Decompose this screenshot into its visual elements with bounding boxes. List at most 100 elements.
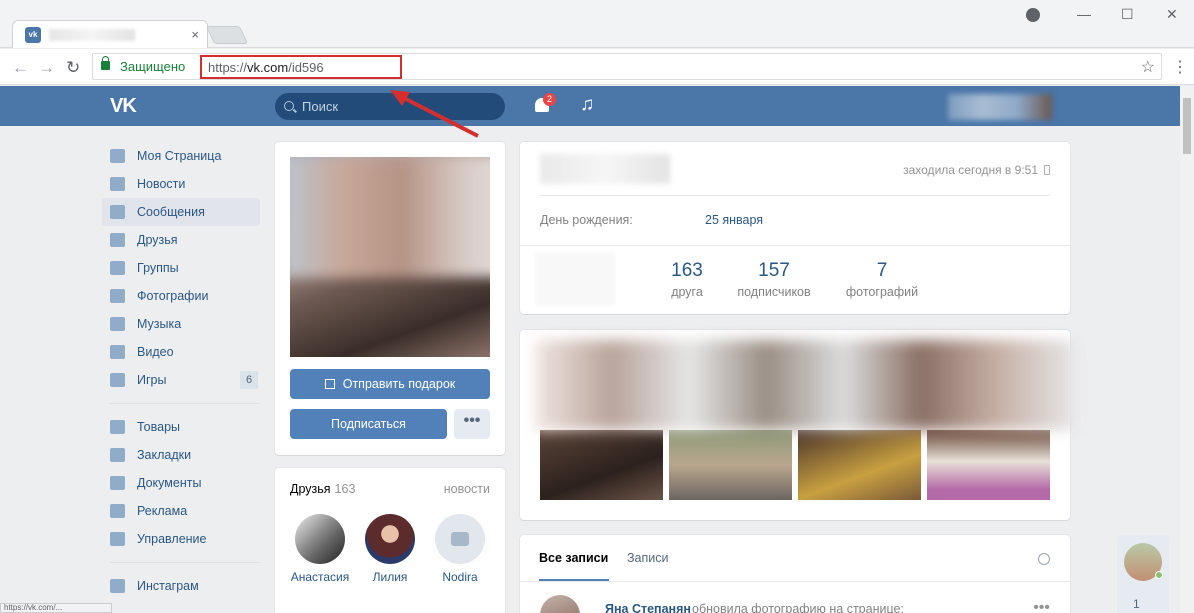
post-author-name[interactable]: Яна Степанян: [605, 602, 691, 613]
reload-icon[interactable]: ↻: [66, 58, 80, 78]
photo-thumbnail[interactable]: [798, 430, 921, 500]
menu-item-instagram[interactable]: Инстаграм: [102, 572, 260, 600]
counter-blurred: [535, 252, 615, 306]
scrollbar-thumb[interactable]: [1183, 98, 1191, 154]
stat-photos[interactable]: 7 фотографий: [832, 260, 932, 299]
friend-item[interactable]: Анастасия: [285, 514, 355, 584]
document-icon: [110, 476, 125, 490]
tab-all-posts[interactable]: Все записи: [539, 551, 608, 565]
browser-menu-icon[interactable]: ⋮: [1172, 57, 1188, 77]
divider: [520, 245, 1070, 246]
photo-thumbnail[interactable]: [540, 430, 663, 500]
search-placeholder: Поиск: [302, 99, 339, 114]
birthday-value[interactable]: 25 января: [705, 213, 763, 227]
menu-item-games[interactable]: Игры 6: [102, 366, 260, 394]
gift-icon: [324, 379, 335, 389]
search-icon[interactable]: [1038, 553, 1050, 565]
maximize-icon[interactable]: ☐: [1121, 6, 1134, 23]
menu-item-messages[interactable]: Сообщения: [102, 198, 260, 226]
divider: [520, 581, 1070, 582]
menu-item-goods[interactable]: Товары: [102, 413, 260, 441]
menu-item-friends[interactable]: Друзья: [102, 226, 260, 254]
friend-name: Анастасия: [290, 570, 350, 584]
bookmark-star-icon[interactable]: ☆: [1141, 57, 1155, 77]
search-icon: [284, 101, 294, 111]
photos-card: [520, 330, 1075, 520]
left-menu: Моя Страница Новости Сообщения Друзья Гр…: [102, 142, 260, 600]
browser-tab-vk[interactable]: vk ×: [12, 20, 208, 48]
stat-followers[interactable]: 157 подписчиков: [724, 260, 824, 299]
menu-item-manage[interactable]: Управление: [102, 525, 260, 553]
notifications-badge: 2: [543, 93, 556, 106]
menu-item-video[interactable]: Видео: [102, 338, 260, 366]
browser-profile-icon[interactable]: [1026, 8, 1040, 22]
mobile-phone-icon: [1044, 165, 1050, 175]
subscribe-button[interactable]: Подписаться: [290, 409, 447, 439]
page-scrollbar[interactable]: [1180, 86, 1194, 613]
menu-item-documents[interactable]: Документы: [102, 469, 260, 497]
profile-photo[interactable]: [290, 157, 490, 357]
online-indicator-icon: [1155, 571, 1163, 579]
stat-friends[interactable]: 163 друга: [637, 260, 737, 299]
menu-item-photos[interactable]: Фотографии: [102, 282, 260, 310]
friend-name: Лилия: [372, 570, 408, 584]
more-actions-button[interactable]: •••: [454, 409, 490, 439]
address-bar[interactable]: Защищено https://vk.com/id596 ☆: [92, 53, 1162, 80]
home-icon: [110, 149, 125, 163]
lock-icon: [101, 56, 110, 70]
menu-item-groups[interactable]: Группы: [102, 254, 260, 282]
music-icon[interactable]: ♫: [580, 94, 594, 116]
browser-tab-strip: vk × — ☐ ✕: [0, 0, 1194, 48]
window-close-icon[interactable]: ✕: [1166, 6, 1178, 23]
camera-icon: [435, 514, 485, 564]
post-author-avatar[interactable]: [540, 595, 580, 613]
photos-blurred-region: [535, 340, 1075, 430]
vk-logo[interactable]: VK: [110, 95, 137, 118]
shopping-bag-icon: [110, 420, 125, 434]
menu-divider: [110, 403, 260, 404]
forward-icon[interactable]: →: [38, 58, 55, 78]
friend-item[interactable]: Лилия: [355, 514, 425, 584]
user-menu-blurred[interactable]: [948, 94, 1052, 120]
menu-item-news[interactable]: Новости: [102, 170, 260, 198]
wall-posts-card: Все записи Записи Яна Степанян обновила …: [520, 535, 1070, 613]
tab-close-icon[interactable]: ×: [191, 27, 199, 42]
friends-title[interactable]: Друзья 163: [290, 482, 355, 496]
post-menu-icon[interactable]: •••: [1033, 599, 1050, 613]
back-icon[interactable]: ←: [12, 58, 29, 78]
friend-avatar: [365, 514, 415, 564]
menu-item-my-page[interactable]: Моя Страница: [102, 142, 260, 170]
url-text[interactable]: https://vk.com/id596: [208, 60, 324, 75]
friend-avatar: [295, 514, 345, 564]
gamepad-icon: [110, 373, 125, 387]
vk-favicon-icon: vk: [25, 27, 41, 43]
menu-item-bookmarks[interactable]: Закладки: [102, 441, 260, 469]
megaphone-icon: [110, 504, 125, 518]
menu-item-music[interactable]: Музыка: [102, 310, 260, 338]
friends-card: Друзья 163 новости Анастасия Лилия Nodira: [275, 468, 505, 613]
menu-divider: [110, 562, 260, 563]
tab-title-blurred: [49, 29, 135, 41]
send-gift-button[interactable]: Отправить подарок: [290, 369, 490, 399]
profile-name-blurred: [540, 154, 670, 184]
photo-thumbnail[interactable]: [669, 430, 792, 500]
gamepad-icon: [110, 532, 125, 546]
camera-icon: [110, 289, 125, 303]
new-tab-button[interactable]: [205, 26, 249, 44]
photo-thumbnail[interactable]: [927, 430, 1050, 500]
vk-header: VK Поиск 2 ♫: [0, 86, 1180, 126]
minimize-icon[interactable]: —: [1077, 6, 1091, 22]
friend-item[interactable]: Nodira: [425, 514, 495, 584]
secure-label: Защищено: [120, 59, 186, 74]
browser-toolbar: ← → ↻ Защищено https://vk.com/id596 ☆ ⋮: [0, 49, 1194, 85]
menu-item-ads[interactable]: Реклама: [102, 497, 260, 525]
online-friends-widget[interactable]: 1: [1117, 535, 1169, 613]
music-note-icon: [110, 317, 125, 331]
friends-news-link[interactable]: новости: [444, 482, 490, 496]
messages-icon: [110, 205, 125, 219]
tab-own-posts[interactable]: Записи: [627, 551, 669, 565]
star-icon: [110, 448, 125, 462]
birthday-label: День рождения:: [540, 213, 633, 227]
friends-icon: [110, 233, 125, 247]
search-input[interactable]: Поиск: [275, 93, 505, 120]
